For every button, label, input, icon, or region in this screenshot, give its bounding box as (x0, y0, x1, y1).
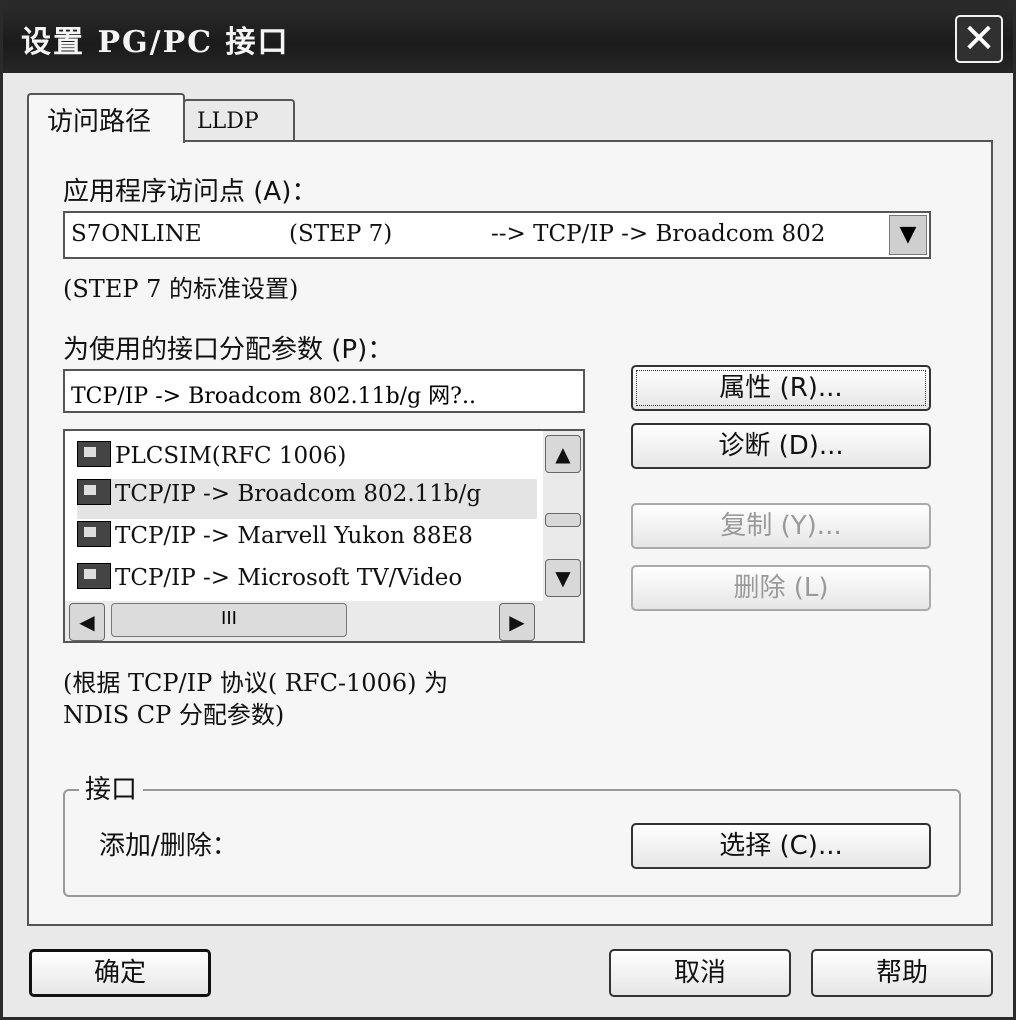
horizontal-scrollbar[interactable]: ◀ III ▶ (65, 601, 583, 641)
list-item-label: TCP/IP -> Marvell Yukon 88E8 (115, 523, 473, 549)
list-item[interactable]: TCP/IP -> Microsoft TV/Video (77, 563, 537, 603)
interface-params-label: 为使用的接口分配参数 (P)： (63, 335, 394, 365)
chevron-down-icon[interactable]: ▼ (889, 215, 927, 255)
network-card-icon (77, 563, 111, 589)
list-item[interactable]: TCP/IP -> Broadcom 802.11b/g (77, 479, 537, 519)
window-title: 设置 PG/PC 接口 (21, 25, 290, 60)
interface-params-field[interactable]: TCP/IP -> Broadcom 802.11b/g 网?.. (63, 369, 585, 413)
network-card-icon (77, 521, 111, 547)
horizontal-scroll-thumb[interactable]: III (111, 603, 347, 637)
close-icon: ✕ (962, 16, 996, 62)
access-point-label: 应用程序访问点 (A)： (63, 177, 318, 207)
note-line-2: NDIS CP 分配参数) (63, 701, 285, 729)
tab-lldp-label: LLDP (197, 109, 259, 134)
access-point-description: (STEP 7 的标准设置) (63, 275, 299, 303)
access-point-app: (STEP 7) (289, 221, 393, 247)
scroll-right-button[interactable]: ▶ (499, 603, 535, 641)
scroll-down-button[interactable]: ▼ (545, 559, 581, 597)
delete-button[interactable]: 删除 (L) (631, 565, 931, 611)
vertical-scroll-thumb[interactable] (545, 513, 581, 527)
network-card-icon (77, 479, 111, 505)
dialog-window: 设置 PG/PC 接口 ✕ 访问路径 LLDP 应用程序访问点 (A)： S7O… (0, 0, 1016, 1020)
network-card-icon (77, 441, 111, 467)
note-line-1: (根据 TCP/IP 协议( RFC-1006) 为 (63, 669, 449, 697)
list-item-label: TCP/IP -> Microsoft TV/Video (115, 565, 463, 591)
title-bar[interactable]: 设置 PG/PC 接口 ✕ (3, 3, 1013, 73)
cancel-button[interactable]: 取消 (609, 949, 791, 997)
close-button[interactable]: ✕ (955, 15, 1003, 63)
select-button[interactable]: 选择 (C)... (631, 823, 931, 869)
tab-access-path[interactable]: 访问路径 (27, 93, 185, 143)
tab-access-path-label: 访问路径 (47, 107, 152, 137)
add-remove-label: 添加/删除： (99, 831, 238, 861)
vertical-scrollbar[interactable]: ▲ ▼ (543, 431, 583, 601)
help-button[interactable]: 帮助 (811, 949, 993, 997)
interface-group-title: 接口 (79, 769, 144, 806)
list-item-label: TCP/IP -> Broadcom 802.11b/g (115, 481, 482, 507)
access-point-select[interactable]: S7ONLINE (STEP 7) --> TCP/IP -> Broadcom… (63, 211, 931, 259)
properties-button-label: 属性 (R)... (636, 370, 926, 406)
access-point-name: S7ONLINE (71, 221, 202, 247)
tab-lldp[interactable]: LLDP (183, 99, 295, 141)
list-item[interactable]: PLCSIM(RFC 1006) (77, 441, 537, 481)
scroll-up-button[interactable]: ▲ (545, 435, 581, 473)
diagnostics-button[interactable]: 诊断 (D)... (631, 423, 931, 469)
ok-button[interactable]: 确定 (29, 949, 211, 997)
interface-list[interactable]: PLCSIM(RFC 1006) TCP/IP -> Broadcom 802.… (63, 429, 585, 643)
list-item-label: PLCSIM(RFC 1006) (115, 443, 347, 469)
access-point-path: --> TCP/IP -> Broadcom 802 (491, 221, 826, 247)
properties-button[interactable]: 属性 (R)... (631, 365, 931, 411)
copy-button[interactable]: 复制 (Y)... (631, 503, 931, 549)
list-item[interactable]: TCP/IP -> Marvell Yukon 88E8 (77, 521, 537, 561)
scroll-left-button[interactable]: ◀ (69, 603, 105, 641)
